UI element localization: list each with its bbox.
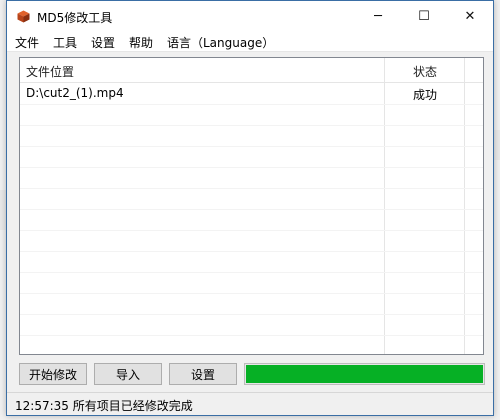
menu-settings[interactable]: 设置 [91, 34, 115, 51]
cube-app-icon [17, 10, 30, 23]
import-button[interactable]: 导入 [94, 363, 162, 385]
row-path: D:\cut2_(1).mp4 [26, 86, 124, 100]
row-gridline [20, 272, 483, 273]
column-header-status[interactable]: 状态 [413, 63, 437, 80]
title-bar[interactable]: MD5修改工具 ─ ☐ ✕ [7, 1, 493, 32]
menu-help[interactable]: 帮助 [129, 34, 153, 51]
progress-bar [244, 363, 485, 385]
start-modify-button[interactable]: 开始修改 [19, 363, 87, 385]
row-gridline [20, 293, 483, 294]
row-gridline [20, 146, 483, 147]
row-gridline [20, 314, 483, 315]
maximize-button[interactable]: ☐ [401, 1, 447, 31]
window-title: MD5修改工具 [37, 11, 113, 25]
settings-button[interactable]: 设置 [169, 363, 237, 385]
background-window-fragment [494, 130, 500, 160]
row-gridline [20, 167, 483, 168]
app-window: MD5修改工具 ─ ☐ ✕ 文件 工具 设置 帮助 语言（Language） 文… [6, 0, 494, 416]
close-button[interactable]: ✕ [447, 1, 493, 31]
row-gridline [20, 251, 483, 252]
list-header: 文件位置 状态 [20, 58, 483, 83]
menu-bar: 文件 工具 设置 帮助 语言（Language） [7, 32, 493, 52]
row-gridline [20, 209, 483, 210]
row-gridline [20, 188, 483, 189]
minimize-button[interactable]: ─ [355, 1, 401, 31]
file-list[interactable]: 文件位置 状态 D:\cut2_(1).mp4 成功 [19, 57, 484, 355]
row-status: 成功 [413, 88, 438, 102]
menu-tools[interactable]: 工具 [53, 34, 77, 51]
status-text: 12:57:35 所有项目已经修改完成 [15, 399, 193, 413]
status-bar: 12:57:35 所有项目已经修改完成 [7, 392, 493, 415]
row-gridline [20, 104, 483, 105]
menu-language[interactable]: 语言（Language） [167, 34, 274, 51]
row-gridline [20, 335, 483, 336]
table-row[interactable]: D:\cut2_(1).mp4 成功 [20, 83, 483, 104]
row-gridline [20, 230, 483, 231]
menu-file[interactable]: 文件 [15, 34, 39, 51]
column-header-path[interactable]: 文件位置 [26, 63, 74, 80]
progress-fill [246, 365, 483, 383]
row-gridline [20, 125, 483, 126]
